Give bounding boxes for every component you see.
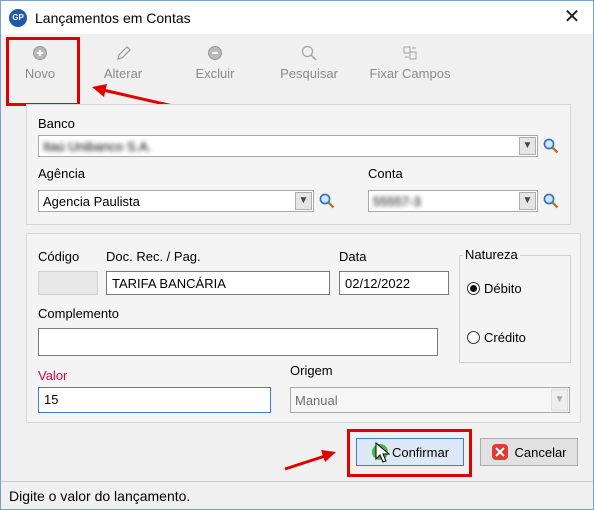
complemento-field[interactable]	[38, 328, 438, 356]
agencia-select[interactable]: Agencia Paulista ▼	[38, 190, 314, 212]
chevron-down-icon[interactable]: ▼	[295, 192, 312, 210]
origem-label: Origem	[290, 363, 333, 378]
cancelar-label: Cancelar	[514, 444, 567, 460]
novo-highlight	[6, 37, 80, 106]
banco-value: Itaú Unibanco S.A.	[43, 139, 152, 154]
conta-select[interactable]: 55557-3 ▼	[368, 190, 538, 212]
doc-label: Doc. Rec. / Pag.	[106, 249, 201, 264]
search-icon	[301, 45, 317, 61]
radio-unchecked-icon	[467, 331, 480, 344]
doc-field[interactable]: TARIFA BANCÁRIA	[106, 271, 330, 295]
credito-label: Crédito	[484, 330, 526, 345]
remove-icon	[208, 46, 222, 60]
cancelar-button[interactable]: Cancelar	[480, 438, 578, 466]
title-bar: GP Lançamentos em Contas ✕	[1, 1, 593, 34]
complemento-label: Complemento	[38, 306, 119, 321]
pin-fields-icon	[403, 46, 417, 60]
chevron-down-icon: ▼	[551, 389, 568, 411]
conta-search-icon[interactable]	[542, 192, 560, 210]
agencia-label: Agência	[38, 166, 85, 181]
banco-select[interactable]: Itaú Unibanco S.A. ▼	[38, 135, 538, 157]
agencia-search-icon[interactable]	[318, 192, 336, 210]
origem-select[interactable]: Manual ▼	[290, 387, 570, 413]
alterar-label: Alterar	[103, 66, 143, 81]
banco-search-icon[interactable]	[542, 137, 560, 155]
excluir-button[interactable]: Excluir	[191, 42, 239, 81]
debito-radio[interactable]: Débito	[467, 281, 522, 296]
codigo-field[interactable]	[38, 271, 98, 295]
status-bar: Digite o valor do lançamento.	[1, 481, 593, 509]
fixar-campos-label: Fixar Campos	[369, 66, 451, 81]
cancel-icon	[492, 444, 509, 460]
fixar-campos-button[interactable]: Fixar Campos	[361, 42, 459, 81]
debito-label: Débito	[484, 281, 522, 296]
close-icon[interactable]: ✕	[553, 3, 591, 31]
natureza-label: Natureza	[463, 247, 520, 262]
chevron-down-icon[interactable]: ▼	[519, 192, 536, 210]
status-text: Digite o valor do lançamento.	[9, 488, 191, 504]
confirmar-highlight	[347, 429, 472, 477]
data-value: 02/12/2022	[345, 276, 411, 291]
valor-value: 15	[44, 392, 59, 407]
pencil-icon	[117, 46, 131, 60]
valor-field[interactable]: 15	[38, 387, 271, 413]
dialog-window: GP Lançamentos em Contas ✕ Novo Alterar …	[0, 0, 594, 510]
app-logo-icon: GP	[9, 9, 27, 27]
valor-label: Valor	[38, 368, 68, 383]
conta-label: Conta	[368, 166, 403, 181]
doc-value: TARIFA BANCÁRIA	[112, 276, 226, 291]
origem-value: Manual	[295, 393, 338, 408]
pesquisar-button[interactable]: Pesquisar	[273, 42, 345, 81]
credito-radio[interactable]: Crédito	[467, 330, 526, 345]
agencia-value: Agencia Paulista	[43, 194, 140, 209]
data-field[interactable]: 02/12/2022	[339, 271, 449, 295]
banco-label: Banco	[38, 116, 75, 131]
codigo-label: Código	[38, 249, 80, 264]
excluir-label: Excluir	[195, 66, 235, 81]
pesquisar-label: Pesquisar	[280, 66, 338, 81]
chevron-down-icon[interactable]: ▼	[519, 137, 536, 155]
alterar-button[interactable]: Alterar	[97, 42, 149, 81]
data-label: Data	[339, 249, 367, 264]
natureza-group	[459, 255, 571, 363]
radio-checked-icon	[467, 282, 480, 295]
window-title: Lançamentos em Contas	[35, 10, 191, 26]
conta-value: 55557-3	[373, 194, 421, 209]
arrow-annotation-icon	[284, 450, 336, 471]
